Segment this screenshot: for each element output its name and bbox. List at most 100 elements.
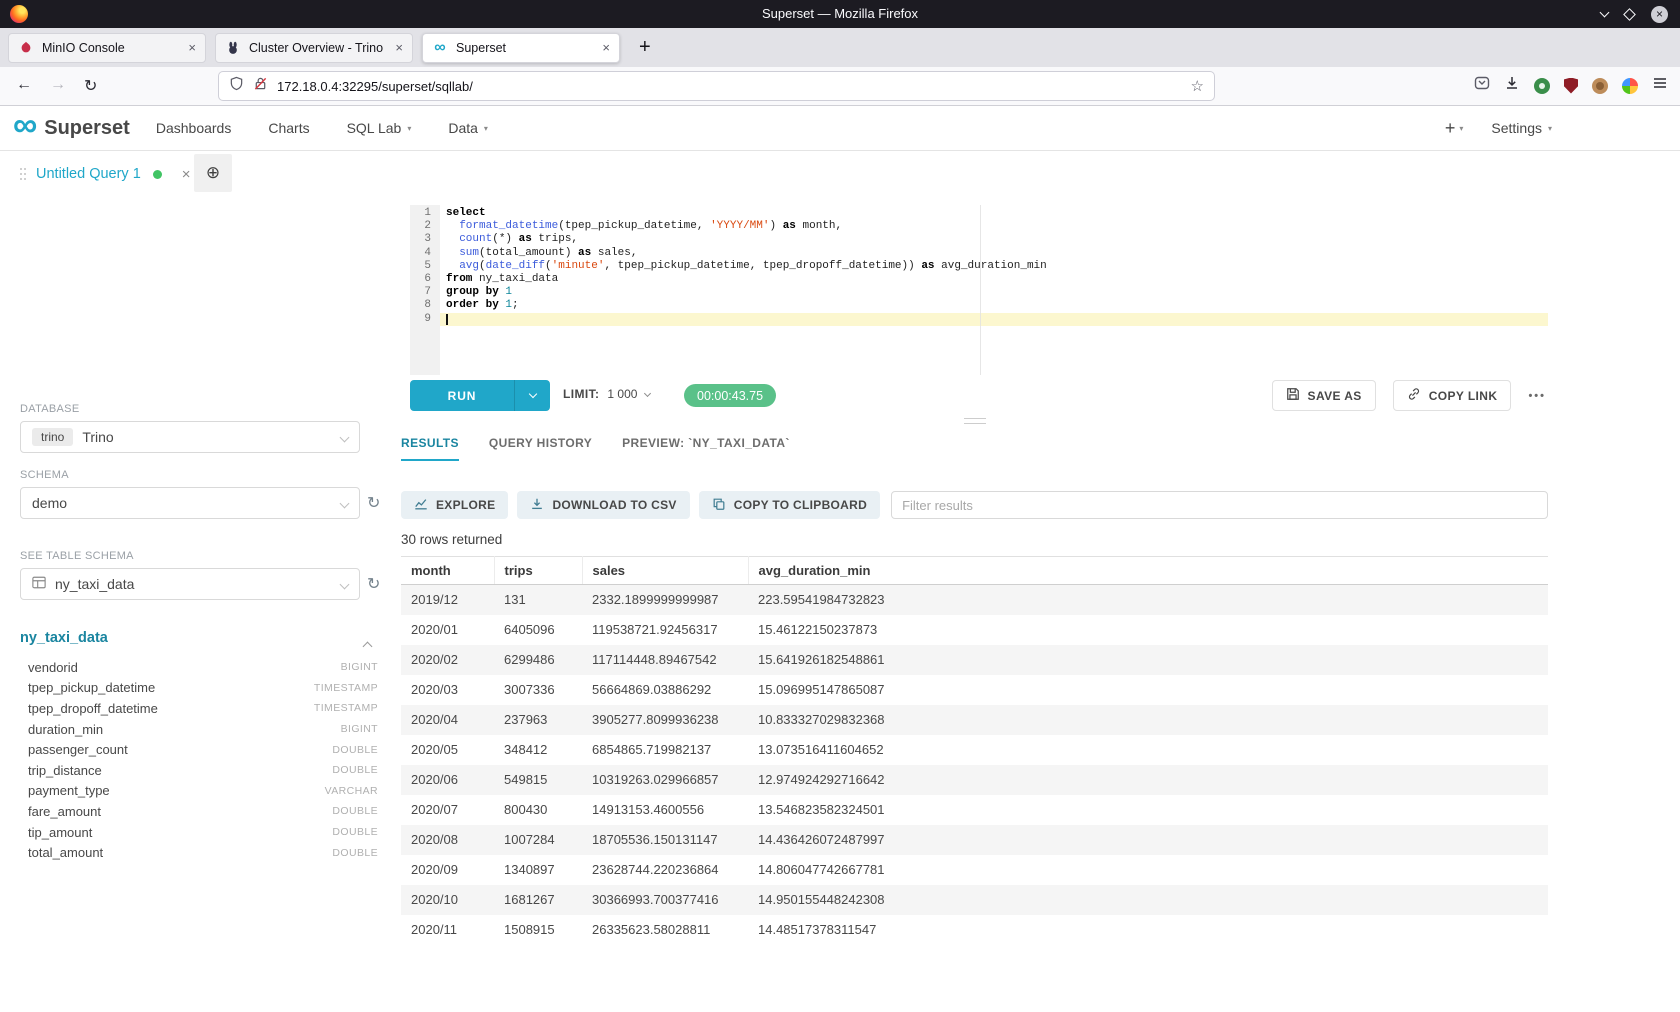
database-type-badge: trino xyxy=(32,428,73,446)
run-dropdown-caret[interactable] xyxy=(514,380,550,411)
sql-editor[interactable]: 123456789 select format_datetime(tpep_pi… xyxy=(410,205,1548,375)
filter-results-input[interactable] xyxy=(891,491,1548,519)
table-select[interactable]: ny_taxi_data xyxy=(20,568,360,600)
url-text[interactable]: 172.18.0.4:32295/superset/sqllab/ xyxy=(277,79,1182,94)
table-column-row: passenger_count DOUBLE xyxy=(20,739,378,760)
pocket-icon[interactable] xyxy=(1474,75,1490,96)
new-item-button[interactable]: +▾ xyxy=(1445,118,1464,139)
menu-hamburger-icon[interactable] xyxy=(1652,75,1668,96)
column-type: DOUBLE xyxy=(332,847,378,859)
extension-icon-pinwheel[interactable] xyxy=(1622,78,1638,94)
add-query-tab-button[interactable]: ⊕ xyxy=(194,154,232,192)
results-row: 2019/121312332.1899999999987223.59541984… xyxy=(401,585,1548,615)
tab-close-icon[interactable]: × xyxy=(602,40,610,55)
results-column-header[interactable]: trips xyxy=(494,557,582,585)
editor-code-line[interactable]: from ny_taxi_data xyxy=(440,273,1548,286)
extension-icon-monkey[interactable] xyxy=(1592,78,1608,94)
forward-button[interactable]: → xyxy=(50,76,66,94)
results-actions-row: EXPLORE DOWNLOAD TO CSV COPY TO CLIPBOAR… xyxy=(401,490,1548,520)
results-column-header[interactable]: sales xyxy=(582,557,748,585)
results-cell: 14.806047742667781 xyxy=(748,855,1548,885)
results-row: 2020/053484126854865.71998213713.0735164… xyxy=(401,735,1548,765)
browser-tab-trino[interactable]: Cluster Overview - Trino × xyxy=(215,33,413,63)
results-cell: 237963 xyxy=(494,705,582,735)
database-select[interactable]: trino Trino xyxy=(20,421,360,453)
window-maximize-icon[interactable] xyxy=(1623,8,1636,21)
explore-button[interactable]: EXPLORE xyxy=(401,491,508,519)
browser-tab-superset[interactable]: ∞ Superset × xyxy=(422,33,620,63)
results-cell: 15.096995147865087 xyxy=(748,675,1548,705)
downloads-icon[interactable] xyxy=(1504,75,1520,96)
editor-code-line[interactable]: select xyxy=(440,207,1548,220)
editor-gutter: 123456789 xyxy=(410,205,440,375)
editor-code[interactable]: select format_datetime(tpep_pickup_datet… xyxy=(440,205,1548,375)
run-button-label[interactable]: RUN xyxy=(410,380,514,411)
new-tab-button[interactable]: + xyxy=(639,36,651,59)
nav-item-data[interactable]: Data▾ xyxy=(448,120,488,136)
table-schema-title[interactable]: ny_taxi_data xyxy=(20,630,108,646)
window-shade-icon[interactable] xyxy=(1600,8,1610,18)
results-cell: 18705536.150131147 xyxy=(582,825,748,855)
reload-button[interactable]: ↻ xyxy=(84,76,97,96)
results-cell: 2020/05 xyxy=(401,735,494,765)
tab-query-history[interactable]: QUERY HISTORY xyxy=(489,436,592,461)
refresh-schema-icon[interactable]: ↻ xyxy=(367,493,380,513)
superset-logo[interactable]: ∞ Superset xyxy=(13,117,130,140)
caret-down-icon: ▾ xyxy=(407,124,411,133)
results-column-header[interactable]: month xyxy=(401,557,494,585)
extension-icon-green[interactable] xyxy=(1534,78,1550,94)
results-cell: 1508915 xyxy=(494,915,582,935)
tab-close-icon[interactable]: × xyxy=(188,40,196,55)
results-column-header[interactable]: avg_duration_min xyxy=(748,557,1548,585)
caret-down-icon: ▾ xyxy=(1459,124,1463,133)
tab-results[interactable]: RESULTS xyxy=(401,436,459,461)
editor-code-line[interactable]: format_datetime(tpep_pickup_datetime, 'Y… xyxy=(440,220,1548,233)
nav-item-dashboards[interactable]: Dashboards xyxy=(156,120,232,136)
column-name: passenger_count xyxy=(28,742,128,757)
settings-menu[interactable]: Settings▾ xyxy=(1491,120,1552,136)
collapse-table-icon[interactable] xyxy=(363,642,373,652)
editor-code-line[interactable]: group by 1 xyxy=(440,286,1548,299)
browser-tab-minio[interactable]: MinIO Console × xyxy=(8,33,206,63)
run-button[interactable]: RUN xyxy=(410,380,550,411)
column-type: DOUBLE xyxy=(332,744,378,756)
editor-code-line[interactable]: order by 1; xyxy=(440,299,1548,312)
editor-code-line[interactable] xyxy=(440,313,1548,326)
drag-handle-icon[interactable] xyxy=(20,168,27,181)
ublock-origin-icon[interactable] xyxy=(1564,78,1578,94)
nav-item-charts[interactable]: Charts xyxy=(268,120,309,136)
rows-returned-label: 30 rows returned xyxy=(401,532,502,547)
copy-link-button[interactable]: COPY LINK xyxy=(1393,380,1512,411)
window-close-icon[interactable]: × xyxy=(1651,6,1668,23)
results-cell: 2020/03 xyxy=(401,675,494,705)
tab-close-icon[interactable]: × xyxy=(395,40,403,55)
tab-preview-table[interactable]: PREVIEW: `NY_TAXI_DATA` xyxy=(622,436,790,461)
back-button[interactable]: ← xyxy=(16,76,32,94)
nav-item-sql-lab[interactable]: SQL Lab▾ xyxy=(347,120,412,136)
download-csv-label: DOWNLOAD TO CSV xyxy=(552,498,676,512)
tracking-protection-shield-icon[interactable] xyxy=(229,76,244,96)
query-tab-untitled-1[interactable]: Untitled Query 1 × xyxy=(20,158,191,190)
chart-icon xyxy=(414,497,428,514)
editor-code-line[interactable]: sum(total_amount) as sales, xyxy=(440,247,1548,260)
query-tab-close-icon[interactable]: × xyxy=(182,166,191,183)
superset-brand-name: Superset xyxy=(44,117,130,140)
editor-code-line[interactable]: avg(date_diff('minute', tpep_pickup_date… xyxy=(440,260,1548,273)
limit-control[interactable]: LIMIT: 1 000 xyxy=(563,387,650,401)
editor-code-line[interactable]: count(*) as trips, xyxy=(440,233,1548,246)
insecure-lock-icon[interactable] xyxy=(253,76,268,96)
pane-resize-handle[interactable] xyxy=(964,418,986,424)
column-type: VARCHAR xyxy=(325,785,378,797)
column-type: BIGINT xyxy=(341,723,378,735)
results-cell: 1007284 xyxy=(494,825,582,855)
download-csv-button[interactable]: DOWNLOAD TO CSV xyxy=(517,491,689,519)
refresh-table-icon[interactable]: ↻ xyxy=(367,574,380,594)
results-cell: 2020/09 xyxy=(401,855,494,885)
url-bar[interactable]: 172.18.0.4:32295/superset/sqllab/ ☆ xyxy=(218,71,1215,101)
schema-select[interactable]: demo xyxy=(20,487,360,519)
results-cell: 2020/11 xyxy=(401,915,494,935)
copy-clipboard-button[interactable]: COPY TO CLIPBOARD xyxy=(699,491,880,519)
more-options-button[interactable]: ••• xyxy=(1528,390,1546,402)
bookmark-star-icon[interactable]: ☆ xyxy=(1191,77,1204,95)
save-as-button[interactable]: SAVE AS xyxy=(1272,380,1376,411)
